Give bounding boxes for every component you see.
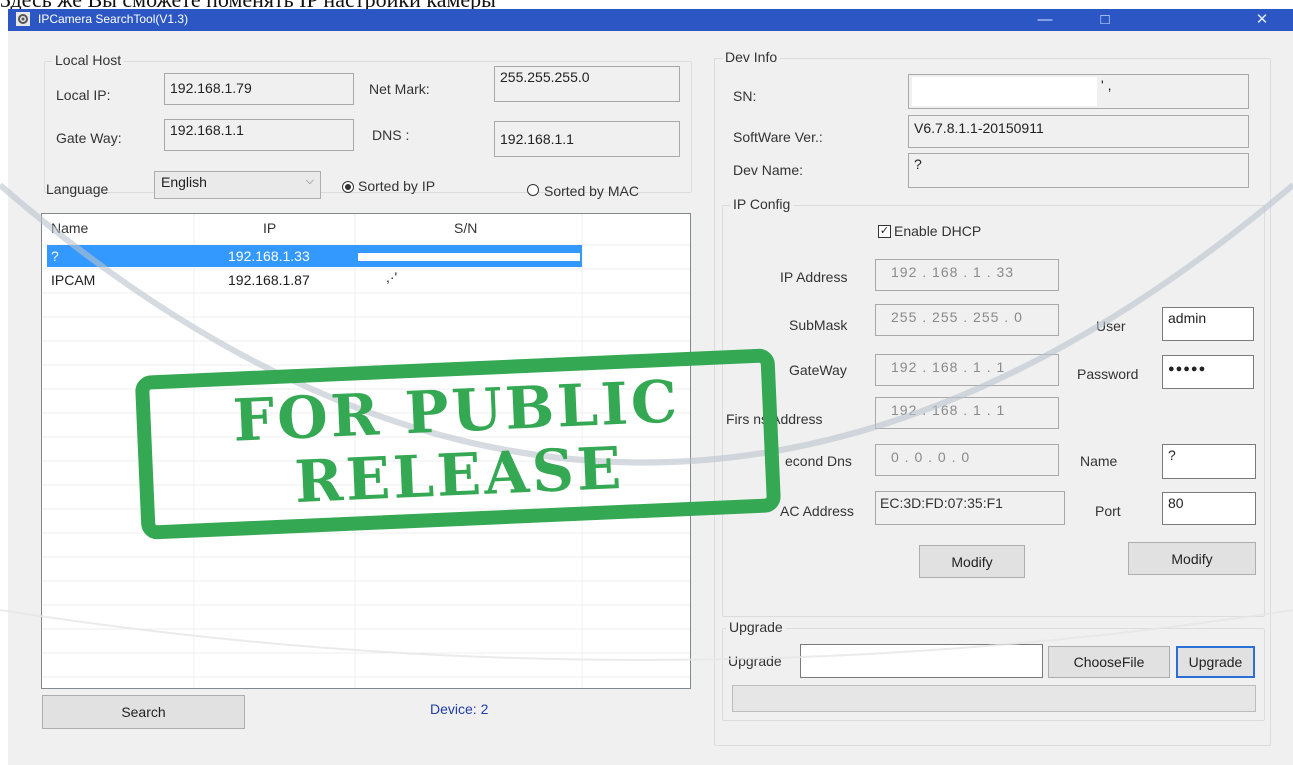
close-button[interactable]: ✕: [1240, 9, 1284, 31]
mac-address-field[interactable]: EC:3D:FD:07:35:F1: [875, 491, 1065, 525]
gateway-config-field[interactable]: 192 . 168 . 1 . 1: [875, 354, 1059, 386]
sn-redaction: [912, 77, 1097, 106]
upgrade-progress-bar: [732, 685, 1256, 712]
upgrade-file-label: Upgrade: [728, 653, 782, 669]
upgrade-file-field[interactable]: [800, 644, 1043, 678]
devname-label: Dev Name:: [733, 162, 804, 178]
app-gear-icon: [16, 12, 30, 26]
first-dns-label: Firs ns Address: [726, 411, 823, 427]
local-ip-field[interactable]: 192.168.1.79: [164, 73, 354, 105]
devname-field[interactable]: ?: [908, 153, 1249, 188]
dns-field[interactable]: 192.168.1.1: [494, 121, 680, 157]
language-selected-value: English: [161, 174, 207, 190]
submask-field[interactable]: 255 . 255 . 255 . 0: [875, 304, 1059, 336]
window-titlebar[interactable]: IPCamera SearchTool(V1.3) — □ ✕: [8, 9, 1293, 31]
column-header-name[interactable]: Name: [51, 220, 88, 236]
sort-by-mac-label[interactable]: Sorted by MAC: [544, 183, 639, 199]
local-ip-label: Local IP:: [56, 87, 111, 103]
netmask-field[interactable]: 255.255.255.0: [494, 66, 680, 102]
sn-label: SN:: [733, 88, 757, 104]
app-window: Local Host Local IP: 192.168.1.79 Net Ma…: [8, 31, 1293, 765]
modify-user-button[interactable]: Modify: [1128, 542, 1256, 575]
redaction-bar: [358, 253, 580, 261]
software-field[interactable]: V6.7.8.1.1-20150911: [908, 115, 1249, 148]
chevron-down-icon: ⌵: [305, 175, 314, 187]
column-header-ip[interactable]: IP: [263, 220, 276, 236]
name-label: Name: [1080, 453, 1118, 469]
row-name: IPCAM: [51, 272, 96, 288]
mac-address-label: AC Address: [780, 503, 854, 519]
modify-ip-button[interactable]: Modify: [919, 545, 1025, 578]
table-row[interactable]: IPCAM 192.168.1.87 ,·': [42, 269, 690, 291]
software-label: SoftWare Ver.:: [733, 129, 823, 145]
local-host-legend: Local Host: [52, 52, 125, 68]
port-label: Port: [1095, 503, 1121, 519]
sort-by-ip-radio[interactable]: [342, 181, 354, 193]
netmask-label: Net Mark:: [369, 81, 430, 97]
second-dns-field[interactable]: 0 . 0 . 0 . 0: [875, 444, 1059, 476]
ip-address-field[interactable]: 192 . 168 . 1 . 33: [875, 259, 1059, 291]
row-ip: 192.168.1.33: [228, 248, 310, 264]
first-dns-field[interactable]: 192 . 168 . 1 . 1: [875, 397, 1059, 429]
gateway-config-label: GateWay: [789, 362, 847, 378]
dev-info-legend: Dev Info: [722, 49, 781, 65]
language-label: Language: [46, 181, 109, 197]
dhcp-checkbox[interactable]: ✓: [878, 225, 891, 238]
user-label: User: [1096, 318, 1126, 334]
device-count: Device: 2: [430, 701, 489, 717]
gateway-field[interactable]: 192.168.1.1: [164, 119, 354, 151]
sn-value: ' ,: [1101, 77, 1112, 93]
upgrade-legend: Upgrade: [726, 619, 786, 635]
language-select[interactable]: English ⌵: [154, 171, 321, 199]
port-field[interactable]: 80: [1162, 492, 1256, 525]
minimize-button[interactable]: —: [1023, 9, 1067, 31]
row-sn: ,·': [386, 269, 398, 285]
choose-file-button[interactable]: ChooseFile: [1048, 646, 1170, 678]
window-title: IPCamera SearchTool(V1.3): [38, 12, 189, 26]
table-row[interactable]: ? 192.168.1.33: [42, 245, 690, 267]
name-field[interactable]: ?: [1162, 444, 1256, 479]
sort-by-ip-label[interactable]: Sorted by IP: [358, 178, 435, 194]
row-ip: 192.168.1.87: [228, 272, 310, 288]
sort-by-mac-radio[interactable]: [527, 184, 539, 196]
user-field[interactable]: admin: [1162, 307, 1254, 341]
upgrade-button[interactable]: Upgrade: [1176, 646, 1255, 678]
row-name: ?: [51, 248, 59, 264]
gateway-label: Gate Way:: [56, 130, 122, 146]
maximize-button[interactable]: □: [1083, 9, 1127, 31]
ip-address-label: IP Address: [780, 269, 848, 285]
password-label: Password: [1077, 366, 1139, 382]
search-button[interactable]: Search: [42, 695, 245, 729]
password-field[interactable]: ●●●●●: [1162, 355, 1254, 389]
device-list[interactable]: Name IP S/N ? 192.168.1.33 IPCAM 192.168…: [41, 213, 691, 689]
ip-config-legend: IP Config: [730, 196, 794, 212]
dhcp-label[interactable]: Enable DHCP: [894, 223, 981, 239]
second-dns-label: econd Dns: [785, 453, 852, 469]
column-header-sn[interactable]: S/N: [454, 220, 477, 236]
submask-label: SubMask: [789, 317, 848, 333]
dns-label: DNS :: [372, 127, 410, 143]
